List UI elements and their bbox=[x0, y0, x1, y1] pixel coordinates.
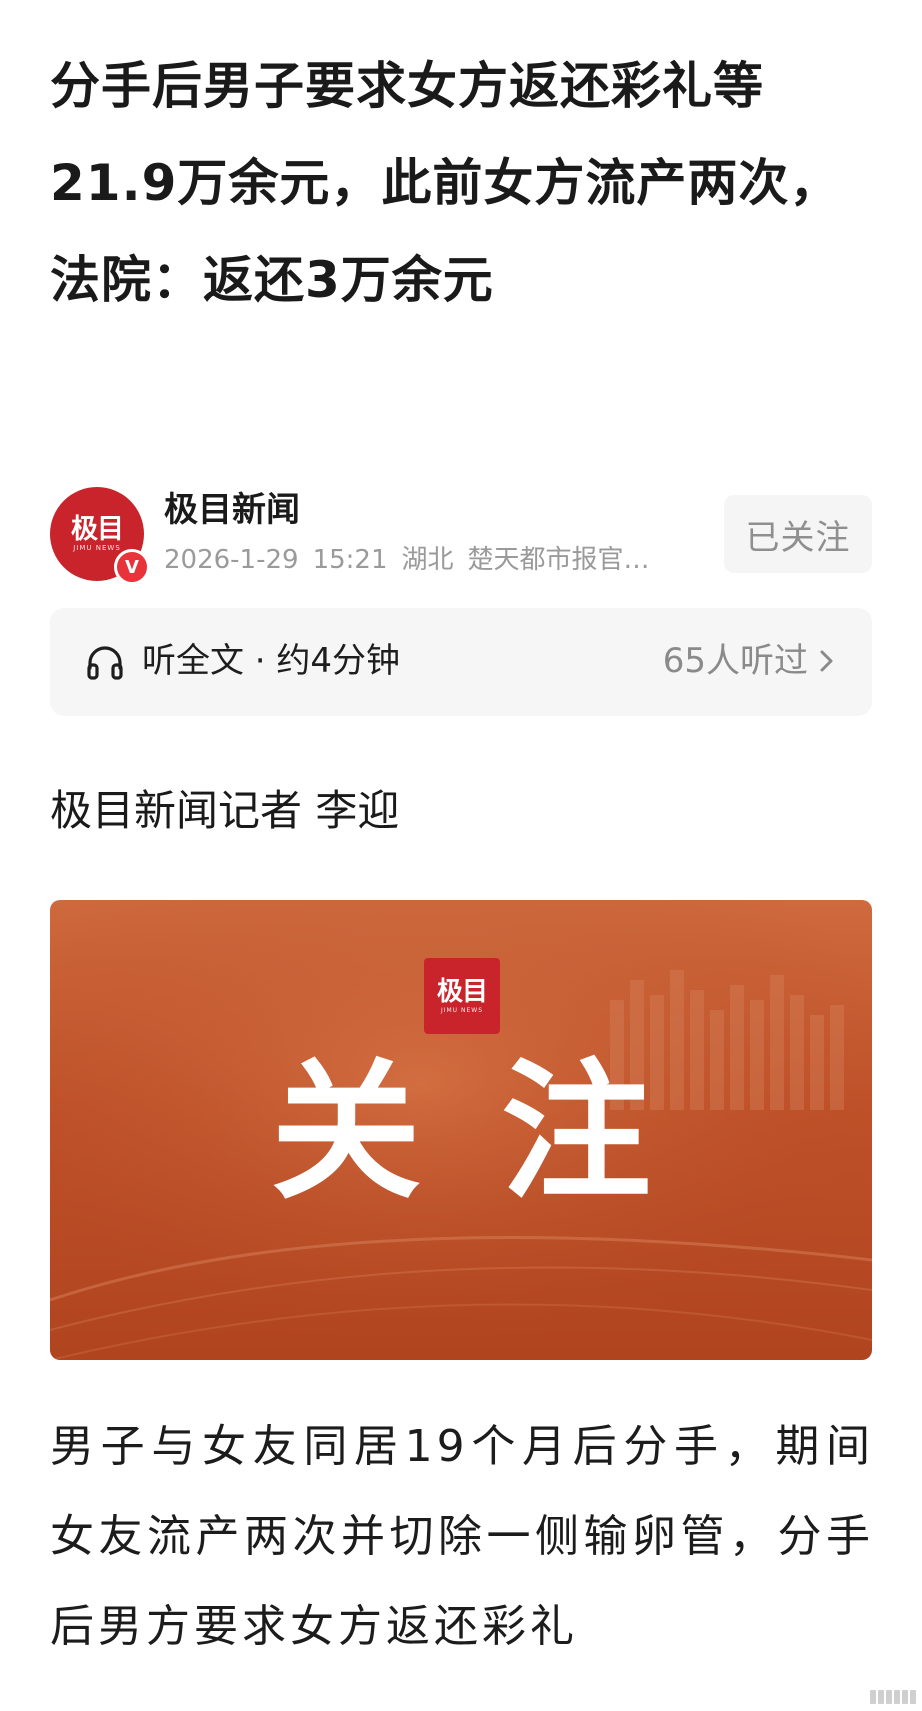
headphones-icon bbox=[87, 646, 123, 680]
reporter-byline: 极目新闻记者 李迎 bbox=[50, 786, 400, 835]
article-body-paragraph: 男子与女友同居19个月后分手，期间女友流产两次并切除一侧输卵管，分手后男方要求女… bbox=[50, 1421, 874, 1652]
author-source: 楚天都市报官… bbox=[467, 545, 650, 575]
avatar-logo-text: 极目 bbox=[71, 513, 124, 545]
follow-button[interactable]: 已关注 bbox=[724, 495, 872, 573]
author-row: 极目 JIMU NEWS V 极目新闻 2026-1-29 15:21 湖北 楚天都市… bbox=[50, 483, 872, 585]
article-title: 分手后男子要求女方返还彩礼等21.9万余元，此前女方流产两次，法院：返还3万余元 bbox=[50, 57, 841, 309]
banner-headline: 关注 bbox=[270, 1046, 731, 1220]
article-banner-image: 极目 JIMU NEWS 关注 bbox=[50, 900, 872, 1360]
avatar-logo-subtext: JIMU NEWS bbox=[73, 543, 121, 552]
publish-date: 2026-1-29 bbox=[164, 545, 299, 575]
listen-full-text-bar[interactable]: 听全文 · 约4分钟 65人听过 bbox=[50, 608, 872, 716]
listener-count: 65人听过 bbox=[662, 641, 808, 681]
verified-badge-icon: V bbox=[114, 549, 150, 585]
article-page: 分手后男子要求女方返还彩礼等21.9万余元，此前女方流产两次，法院：返还3万余元… bbox=[0, 0, 922, 1711]
banner-logo: 极目 JIMU NEWS bbox=[424, 958, 500, 1034]
publish-time: 15:21 bbox=[312, 545, 388, 575]
listen-label: 听全文 · 约4分钟 bbox=[142, 641, 401, 681]
author-meta: 2026-1-29 15:21 湖北 楚天都市报官… bbox=[164, 543, 684, 577]
publish-location: 湖北 bbox=[401, 545, 454, 575]
banner-logo-text: 极目 bbox=[436, 977, 488, 1007]
chevron-right-icon bbox=[820, 650, 833, 672]
banner-logo-subtext: JIMU NEWS bbox=[440, 1007, 484, 1014]
author-name[interactable]: 极目新闻 bbox=[164, 488, 300, 532]
watermark-icon bbox=[816, 1687, 916, 1707]
